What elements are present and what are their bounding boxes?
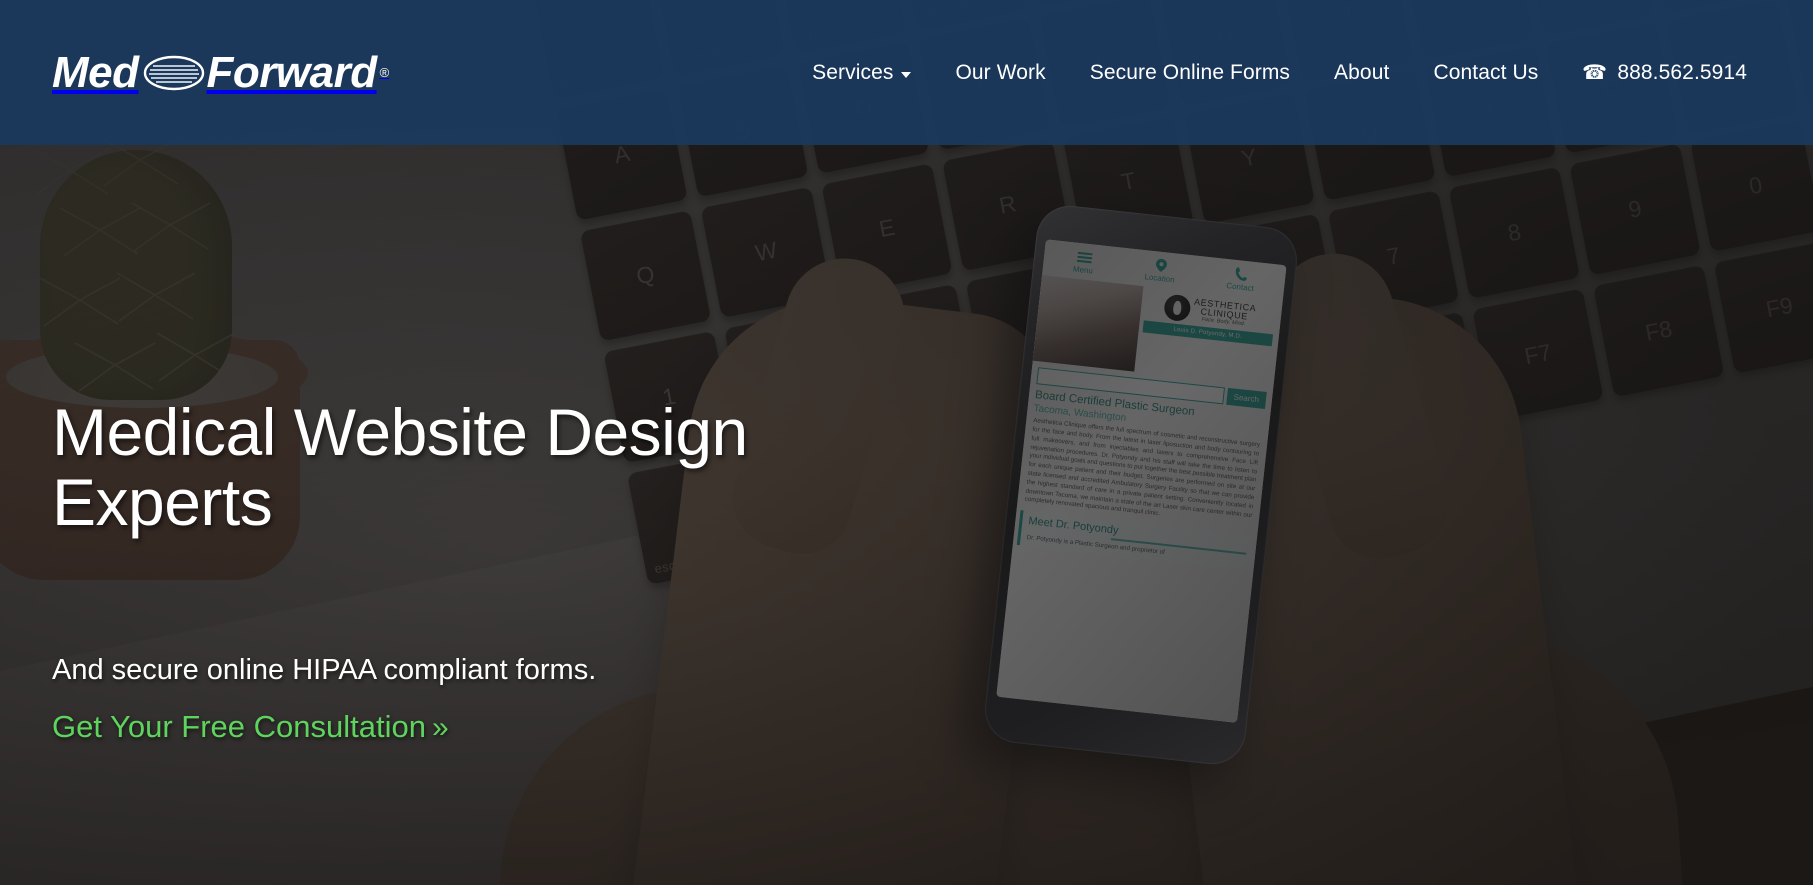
lens-icon [143,55,205,91]
hero-cta-label: Get Your Free Consultation [52,708,426,744]
nav-item-about[interactable]: About [1312,51,1411,95]
double-chevron-right-icon: » [431,710,449,744]
logo-word-med: Med [52,47,139,97]
nav-item-our-work[interactable]: Our Work [933,51,1067,95]
hero-subtitle: And secure online HIPAA compliant forms. [52,653,597,686]
nav-item-contact-us-label: Contact Us [1433,60,1539,84]
header-phone-number: 888.562.5914 [1617,60,1747,84]
main-navigation: Services Our Work Secure Online Forms Ab… [790,50,1769,95]
nav-item-services[interactable]: Services [790,51,933,95]
get-free-consultation-link[interactable]: Get Your Free Consultation» [52,709,449,745]
registered-trademark-icon: ® [379,65,390,80]
nav-item-services-label: Services [812,60,894,84]
hero-copy: Medical Website Design Experts And secur… [52,395,952,745]
nav-item-about-label: About [1334,60,1390,84]
chevron-down-icon [901,71,912,78]
site-header: Med Forward ® Services Our Work Secure O… [0,0,1813,145]
nav-item-secure-online-forms-label: Secure Online Forms [1089,60,1291,84]
page-title: Medical Website Design Experts [52,395,952,539]
page-stage: fncontroloption commandZXC VBNM ?shift A… [0,0,1813,885]
nav-item-our-work-label: Our Work [955,60,1046,84]
site-logo[interactable]: Med Forward ® [52,48,389,98]
nav-item-contact-us[interactable]: Contact Us [1411,51,1560,95]
header-phone-link[interactable]: ☎ 888.562.5914 [1560,50,1769,95]
nav-item-secure-online-forms[interactable]: Secure Online Forms [1068,51,1312,95]
hero-title-line1: Medical Website Design [52,395,748,469]
phone-icon: ☎ [1582,62,1608,84]
logo-word-forward: Forward [206,47,378,97]
hero-title-line2: Experts [52,464,273,539]
